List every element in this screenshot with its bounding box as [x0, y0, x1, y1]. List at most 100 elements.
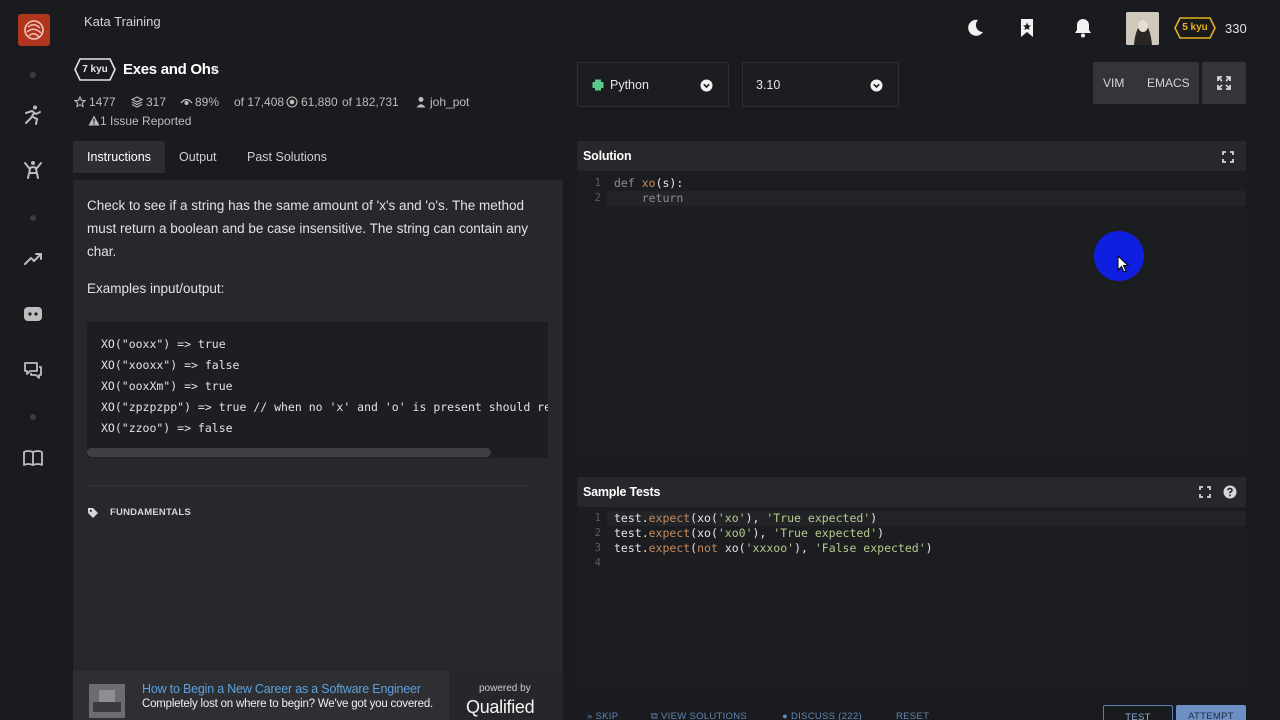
attempt-label: ATTEMPT: [1188, 711, 1234, 720]
code-line: test.expect(xo('xo'), 'True expected'): [614, 511, 878, 525]
qualified-sponsor[interactable]: powered by Qualified: [449, 671, 563, 720]
solution-title: Solution: [583, 149, 632, 163]
author-name: joh_pot: [430, 95, 470, 109]
promo-subtitle: Completely lost on where to begin? We've…: [142, 698, 434, 710]
chevron-down-icon: [700, 79, 713, 92]
discuss-button[interactable]: ● DISCUSS (222): [782, 711, 862, 720]
language-value: Python: [610, 78, 649, 92]
skip-button[interactable]: » SKIP: [587, 711, 618, 720]
view-solutions-button[interactable]: ⧉ VIEW SOLUTIONS: [651, 711, 747, 720]
solution-pane-header: Solution: [577, 141, 1246, 171]
bookmark-icon[interactable]: [1016, 17, 1038, 39]
section-divider: [87, 485, 529, 486]
language-select[interactable]: Python: [577, 62, 729, 107]
examples-heading: Examples input/output:: [87, 281, 225, 296]
test-button[interactable]: TEST: [1103, 705, 1173, 720]
user-rank-badge[interactable]: 5 kyu: [1174, 17, 1216, 39]
example-line: XO("zpzpzpp") => true // when no 'x' and…: [101, 400, 548, 414]
code-line: def xo(s):: [614, 176, 684, 190]
tests-editor[interactable]: 1 2 3 4 test.expect(xo('xo'), 'True expe…: [577, 507, 1246, 687]
chevron-down-icon: [870, 79, 883, 92]
expand-pane-icon[interactable]: [1199, 486, 1211, 498]
issues-label: 1 Issue Reported: [100, 114, 192, 128]
satisfaction-eye-icon: [180, 98, 193, 105]
leaderboard-trend-icon[interactable]: [22, 248, 44, 270]
fullscreen-button[interactable]: [1202, 62, 1246, 104]
instructions-panel: Check to see if a string has the same am…: [73, 180, 563, 671]
docs-book-icon[interactable]: [22, 447, 44, 469]
qualified-logo-text: Qualified: [466, 697, 535, 717]
example-line: XO("ooxx") => true: [101, 337, 226, 351]
line-number: 1: [594, 512, 601, 524]
avatar-image: [1126, 12, 1159, 45]
logo-icon: [24, 20, 44, 40]
promo-banner[interactable]: How to Begin a New Career as a Software …: [73, 671, 563, 720]
kata-rank-label: 7 kyu: [82, 64, 108, 75]
user-honor[interactable]: 330: [1225, 21, 1247, 36]
emacs-mode-button[interactable]: EMACS: [1147, 76, 1190, 90]
mouse-pointer-icon: [1117, 255, 1130, 273]
star-icon: [74, 96, 86, 108]
tab-output[interactable]: Output: [165, 141, 231, 173]
view-solutions-label: VIEW SOLUTIONS: [661, 711, 748, 720]
completed-count: 61,880: [301, 95, 338, 109]
example-line: XO("ooxXm") => true: [101, 379, 233, 393]
top-bar: Kata Training 5 kyu 330: [66, 0, 1280, 56]
user-icon: [416, 97, 426, 108]
promo-title-link[interactable]: How to Begin a New Career as a Software …: [142, 682, 421, 696]
notifications-bell-icon[interactable]: [1072, 17, 1094, 39]
discord-icon[interactable]: [22, 303, 44, 325]
editor-mode-group: VIM EMACS: [1093, 62, 1199, 104]
tag-label: FUNDAMENTALS: [110, 507, 191, 518]
code-horizontal-scrollbar[interactable]: [87, 448, 491, 457]
kata-title: Exes and Ohs: [123, 61, 219, 78]
solution-editor[interactable]: 1 2 def xo(s): return: [577, 171, 1246, 456]
promo-image: [89, 684, 125, 718]
rail-separator: [30, 414, 36, 420]
promo-thumbnail: [89, 684, 125, 718]
expand-pane-icon[interactable]: [1222, 151, 1234, 163]
active-line-highlight: [607, 191, 1246, 206]
kata-description: Check to see if a string has the same am…: [87, 198, 529, 259]
powered-by-label: powered by: [479, 683, 531, 694]
tests-title: Sample Tests: [583, 485, 661, 499]
skip-label: SKIP: [595, 711, 619, 720]
dark-mode-moon-icon[interactable]: [964, 17, 986, 39]
line-number: 4: [594, 557, 601, 569]
codewars-logo[interactable]: [18, 14, 50, 46]
example-line: XO("xooxx") => false: [101, 358, 240, 372]
kata-completed-check-icon: ✓: [210, 62, 221, 76]
line-number: 2: [594, 192, 601, 204]
satisfaction-votes: of 17,408: [234, 95, 285, 109]
user-rank-label: 5 kyu: [1182, 22, 1208, 33]
discussions-icon[interactable]: [22, 359, 44, 381]
editor-footer: » SKIP ⧉ VIEW SOLUTIONS ● DISCUSS (222) …: [577, 705, 1246, 720]
python-icon: [592, 79, 604, 91]
kata-rank-badge: 7 kyu: [74, 58, 116, 81]
warning-triangle-icon: [88, 115, 100, 126]
examples-code-block[interactable]: XO("ooxx") => true XO("xooxx") => false …: [87, 322, 548, 458]
example-line: XO("zzoo") => false: [101, 421, 233, 435]
satisfaction-pct: 89%: [195, 95, 220, 109]
training-icon[interactable]: [22, 104, 44, 126]
rail-separator: [30, 215, 36, 221]
page-title: Kata Training: [84, 14, 161, 29]
discuss-label: DISCUSS (222): [790, 711, 862, 720]
expand-icon: [1217, 76, 1231, 90]
version-select[interactable]: 3.10: [742, 62, 899, 107]
line-number: 3: [594, 542, 601, 554]
tab-instructions[interactable]: Instructions: [73, 141, 165, 173]
line-number: 1: [594, 177, 601, 189]
help-icon[interactable]: [1223, 485, 1237, 499]
user-avatar[interactable]: [1126, 12, 1159, 45]
practice-icon[interactable]: [22, 159, 44, 181]
layers-icon: [131, 96, 143, 108]
vim-mode-button[interactable]: VIM: [1103, 76, 1124, 90]
reset-button[interactable]: RESET: [896, 711, 929, 720]
test-label: TEST: [1125, 712, 1151, 720]
attempt-button[interactable]: ATTEMPT: [1176, 705, 1246, 720]
tag-icon: [88, 508, 98, 518]
completed-total: of 182,731: [342, 95, 399, 109]
tab-past-solutions[interactable]: Past Solutions: [233, 141, 341, 173]
left-rail: [0, 0, 66, 720]
